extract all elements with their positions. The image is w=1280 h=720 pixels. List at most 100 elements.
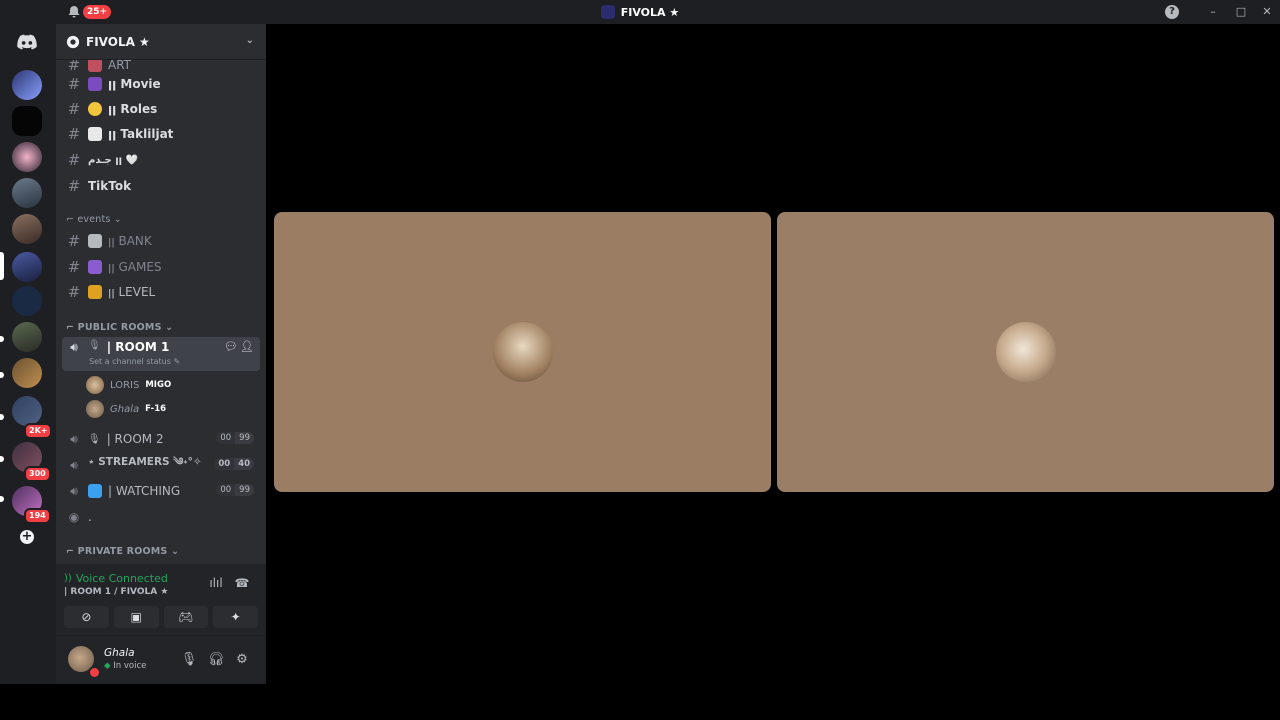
server-icon xyxy=(600,5,615,19)
server-icon[interactable] xyxy=(12,322,42,352)
unread-pill xyxy=(0,414,4,420)
participant-tile[interactable] xyxy=(274,212,771,492)
hash-icon: # xyxy=(67,125,81,143)
avatar xyxy=(492,322,553,382)
invite-icon[interactable]: 👤︎ xyxy=(240,340,254,353)
user-status: ◆ In voice xyxy=(104,661,147,671)
active-server-pill xyxy=(0,252,4,280)
channel-takliljat[interactable]: # ꞁꞁ Takliljat xyxy=(62,123,260,145)
avatar xyxy=(995,322,1056,382)
voice-status[interactable]: )) Voice Connected xyxy=(64,572,168,585)
participant-tile[interactable] xyxy=(777,212,1274,492)
guild-header[interactable]: FIVOLA ★ ⌄ xyxy=(56,24,266,60)
category-public-rooms[interactable]: ⌐ PUBLIC ROOMS ⌄ xyxy=(66,322,173,333)
mic-icon: 🎙︎ xyxy=(88,340,101,351)
server-icon[interactable] xyxy=(12,214,42,244)
channel-arabic[interactable]: # جـدم ꞁꞁ 🤍 xyxy=(62,149,260,171)
unread-pill xyxy=(0,456,4,462)
channel-roles[interactable]: # ꞁꞁ Roles xyxy=(62,98,260,120)
chevron-down-icon[interactable]: ⌄ xyxy=(246,35,254,46)
user-limit-badge: 00 99 xyxy=(216,432,254,444)
channel-tiktok[interactable]: # TikTok xyxy=(62,175,260,197)
server-icon[interactable] xyxy=(12,252,42,282)
server-rail: 2K+ 300 194 + xyxy=(0,24,56,684)
camera-off-icon: ⊘ xyxy=(81,610,92,624)
maximize-button[interactable]: □ xyxy=(1228,0,1254,24)
voice-action-row: ⊘ ▣ 🎮︎ ✦ xyxy=(64,606,258,630)
server-icon[interactable] xyxy=(12,142,42,172)
username[interactable]: Ghala xyxy=(104,647,135,659)
stage-channel[interactable]: ◉ . xyxy=(62,506,260,528)
avatar xyxy=(86,400,104,418)
voice-connection-panel: )) Voice Connected | ROOM 1 / FIVOLA ★ ı… xyxy=(56,564,266,636)
channel-games[interactable]: # ꞁꞁ GAMES xyxy=(62,256,260,278)
user-panel: Ghala ◆ In voice 🎙︎ 🎧︎ ⚙︎ xyxy=(56,636,266,684)
signal-icon: )) xyxy=(64,573,72,584)
voice-channel-room2[interactable]: 🔊︎ 🎙︎ | ROOM 2 00 99 xyxy=(62,428,260,450)
clapper-icon xyxy=(88,77,102,91)
hash-icon: # xyxy=(67,177,81,195)
server-icon[interactable] xyxy=(12,286,42,316)
tv-icon xyxy=(88,484,102,498)
hash-icon: # xyxy=(67,75,81,93)
server-icon[interactable] xyxy=(12,178,42,208)
disconnect-icon[interactable]: ☎︎ xyxy=(234,576,250,592)
sun-icon xyxy=(88,102,102,116)
voice-channel-watching[interactable]: 🔊︎ | WATCHING 00 99 xyxy=(62,480,260,502)
screen-share-button[interactable]: ▣ xyxy=(113,606,159,628)
hash-icon: # xyxy=(67,60,81,74)
speaker-icon: 🔊︎ xyxy=(70,431,78,446)
headphones-icon[interactable]: 🎧︎ xyxy=(207,652,225,670)
category-events[interactable]: ⌐ events ⌄ xyxy=(66,214,122,225)
server-badge: 194 xyxy=(24,508,51,524)
speaker-icon: 🔊︎ xyxy=(70,340,78,354)
voice-channel-streamers[interactable]: 🔊︎ ⋆ STREAMERS ༄˖°✧ 00 40 xyxy=(62,454,260,476)
server-icon[interactable] xyxy=(12,106,42,136)
voice-room-name[interactable]: | ROOM 1 / FIVOLA ★ xyxy=(64,587,168,597)
minimize-button[interactable]: – xyxy=(1200,0,1226,24)
microphone-icon[interactable]: 🎙︎ xyxy=(180,652,198,670)
chat-icon[interactable]: 💬︎ xyxy=(224,340,238,353)
channel-sidebar: FIVOLA ★ ⌄ # ART # ꞁꞁ Movie # ꞁꞁ Roles #… xyxy=(56,24,266,684)
category-private-rooms[interactable]: ⌐ PRIVATE ROOMS ⌄ xyxy=(66,546,179,557)
speaker-icon: 🔊︎ xyxy=(70,457,78,472)
dnd-status-icon xyxy=(88,666,101,679)
voice-member[interactable]: Ghala F-16 xyxy=(86,398,166,420)
soundboard-button[interactable]: ✦ xyxy=(213,606,258,628)
hash-icon: # xyxy=(67,100,81,118)
page-icon xyxy=(88,127,102,141)
unread-pill xyxy=(0,496,4,502)
user-limit-badge: 00 40 xyxy=(214,458,254,470)
activities-button[interactable]: 🎮︎ xyxy=(163,606,209,628)
voice-status-icon: ◆ xyxy=(104,661,111,671)
channel-bank[interactable]: # ꞁꞁ BANK xyxy=(62,230,260,252)
guild-name: FIVOLA ★ xyxy=(86,34,150,49)
server-folder[interactable] xyxy=(12,358,42,388)
channel-movie[interactable]: # ꞁꞁ Movie xyxy=(62,73,260,95)
gear-icon[interactable]: ⚙︎ xyxy=(233,652,251,670)
help-icon[interactable]: ? xyxy=(1165,5,1179,19)
hash-icon: # xyxy=(67,151,81,169)
mic-icon: 🎙︎ xyxy=(88,433,101,445)
discord-icon xyxy=(17,34,37,50)
stage-icon: ◉ xyxy=(68,510,80,524)
channel-emoji-icon xyxy=(88,60,102,72)
voice-channel-room1[interactable]: 🔊︎ 🎙︎ | ROOM 1 Set a channel status ✎ 💬︎… xyxy=(62,337,260,371)
camera-off-button[interactable]: ⊘ xyxy=(64,606,109,628)
server-badge: 2K+ xyxy=(24,423,53,439)
channel-status[interactable]: Set a channel status ✎ xyxy=(89,357,180,366)
server-icon[interactable] xyxy=(12,70,42,100)
channel-level[interactable]: # ꞁꞁ LEVEL xyxy=(62,281,260,303)
bank-icon xyxy=(88,234,102,248)
add-server-icon[interactable]: + xyxy=(20,530,34,544)
noise-suppression-icon[interactable]: ılıl xyxy=(208,576,224,592)
window-title: FIVOLA ★ xyxy=(0,0,1280,24)
discord-home-button[interactable] xyxy=(12,27,42,57)
close-button[interactable]: ✕ xyxy=(1254,0,1280,24)
server-folder[interactable] xyxy=(12,396,42,426)
hash-icon: # xyxy=(67,258,81,276)
voice-member[interactable]: LORIS MIGO xyxy=(86,374,171,396)
unread-pill xyxy=(0,336,4,342)
user-limit-badge: 00 99 xyxy=(216,484,254,496)
speaker-icon: 🔊︎ xyxy=(70,483,78,498)
